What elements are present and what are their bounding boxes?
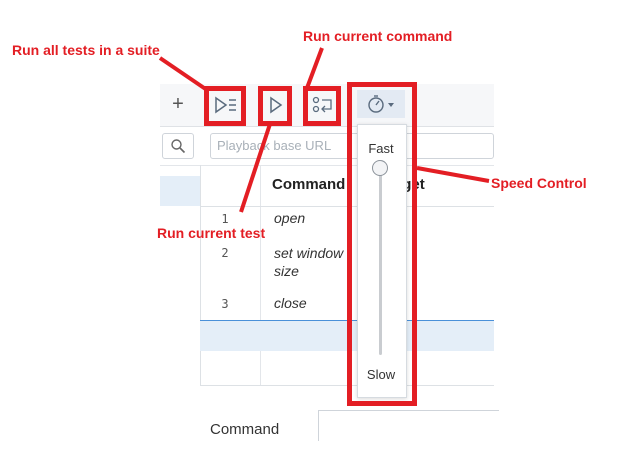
highlight-run-current-command bbox=[303, 86, 341, 126]
highlight-run-all bbox=[204, 86, 246, 126]
row-command[interactable]: close bbox=[274, 295, 307, 311]
row-number: 1 bbox=[221, 212, 229, 226]
command-field[interactable] bbox=[318, 410, 499, 441]
panel-divider bbox=[200, 165, 201, 385]
row-number: 2 bbox=[221, 246, 229, 260]
add-test-button[interactable]: + bbox=[165, 90, 191, 118]
search-button[interactable] bbox=[162, 133, 194, 159]
selected-test-item[interactable] bbox=[160, 176, 200, 206]
row-number: 3 bbox=[221, 297, 229, 311]
row-command[interactable]: open bbox=[274, 210, 305, 226]
annotation-arrows bbox=[158, 47, 490, 213]
command-field-label: Command bbox=[210, 421, 280, 438]
annotation-speed-control: Speed Control bbox=[491, 175, 587, 191]
annotation-run-current-test: Run current test bbox=[157, 225, 266, 241]
annotation-run-all: Run all tests in a suite bbox=[12, 42, 160, 58]
annotation-run-current-command: Run current command bbox=[303, 28, 453, 44]
highlight-run-current-test bbox=[258, 86, 292, 126]
row-command[interactable]: set window size bbox=[274, 244, 354, 280]
search-icon bbox=[171, 139, 186, 154]
column-divider bbox=[260, 165, 261, 385]
highlight-speed-control bbox=[347, 82, 417, 406]
command-column-header: Command bbox=[272, 176, 346, 193]
